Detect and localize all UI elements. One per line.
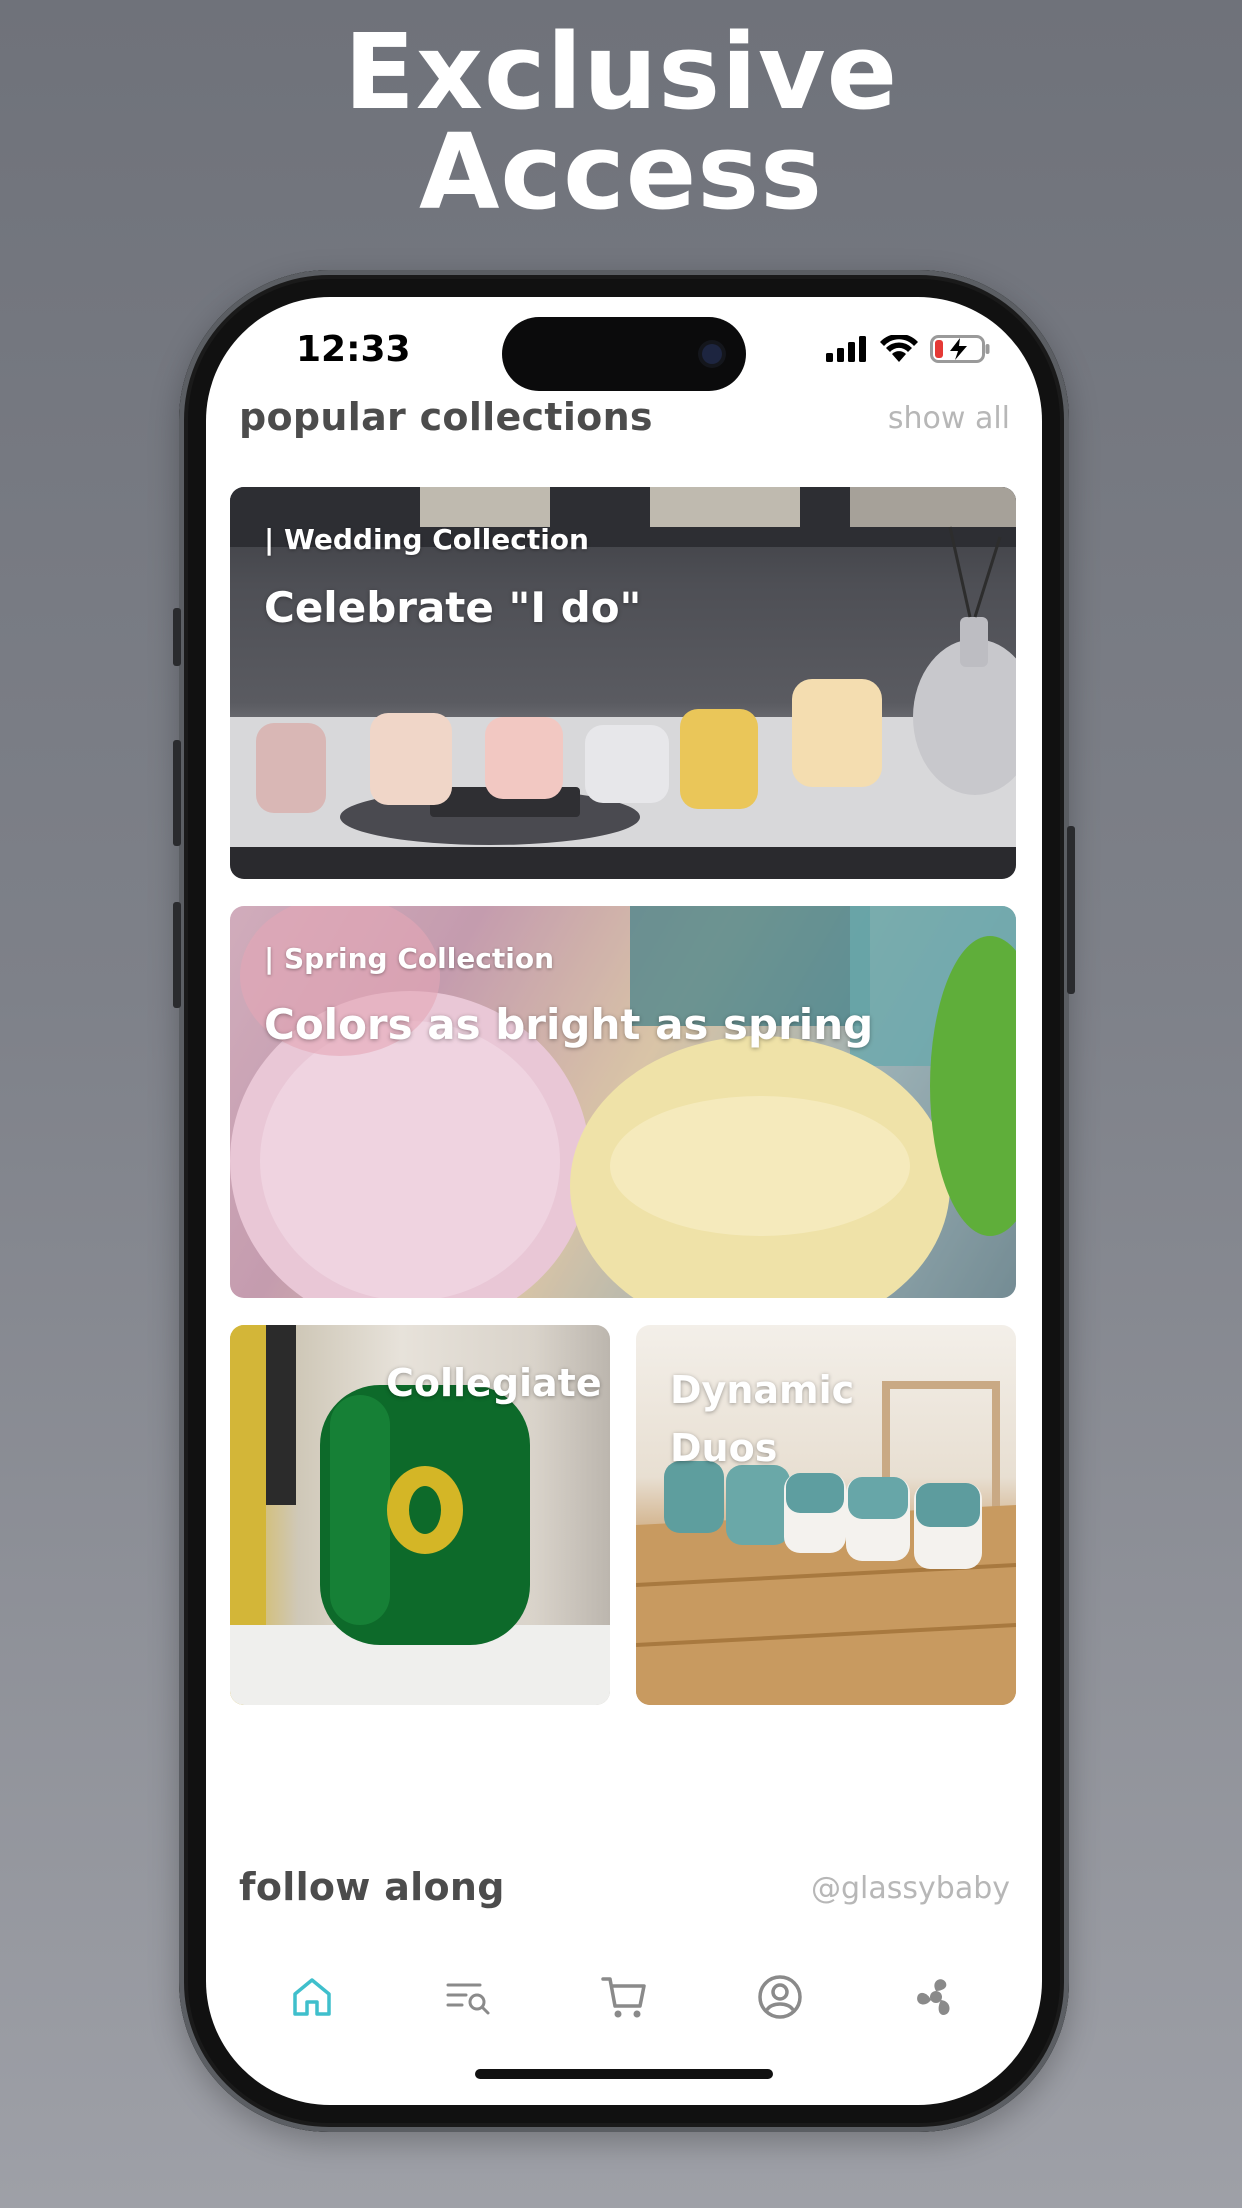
profile-icon — [758, 1975, 802, 2019]
tab-home[interactable] — [282, 1967, 342, 2027]
popular-collections-title: popular collections — [239, 395, 653, 439]
tab-brand[interactable] — [906, 1967, 966, 2027]
home-indicator[interactable] — [475, 2069, 773, 2079]
power-button — [1067, 826, 1075, 994]
home-icon — [293, 1978, 331, 2016]
promo-headline-line1: Exclusive — [343, 11, 899, 133]
follow-along-title: follow along — [239, 1865, 505, 1909]
spring-collection-tag: | Spring Collection — [264, 942, 555, 975]
spring-collection-card[interactable]: | Spring Collection Colors as bright as … — [230, 906, 1016, 1298]
search-list-icon — [446, 1983, 490, 2015]
action-button — [173, 608, 181, 666]
status-icons — [826, 335, 990, 363]
status-time: 12:33 — [296, 329, 411, 370]
volume-down-button — [173, 902, 181, 1008]
volume-up-button — [173, 740, 181, 846]
show-all-link[interactable]: show all — [888, 401, 1010, 436]
wedding-collection-card[interactable]: | Wedding Collection Celebrate "I do" — [230, 487, 1016, 879]
instagram-handle-link[interactable]: @glassybaby — [811, 1871, 1010, 1906]
dynamic-duos-headline: Dynamic Duos — [670, 1361, 854, 1477]
promo-headline-line2: Access — [418, 111, 824, 233]
dynamic-duos-line2: Duos — [670, 1426, 778, 1470]
spring-collection-headline: Colors as bright as spring — [264, 1000, 874, 1049]
app-screen: 12:33 popular collections show all | Wed… — [206, 297, 1042, 2105]
wifi-icon — [880, 335, 918, 362]
cellular-signal-icon — [826, 336, 866, 362]
collegiate-card[interactable]: Collegiate — [230, 1325, 610, 1705]
dynamic-duos-line1: Dynamic — [670, 1368, 855, 1412]
wedding-collection-headline: Celebrate "I do" — [264, 583, 642, 632]
collegiate-headline: Collegiate — [386, 1361, 602, 1405]
phone-frame: 12:33 popular collections show all | Wed… — [173, 270, 1075, 2132]
promo-headline: Exclusive Access — [0, 11, 1242, 233]
bottom-tab-bar — [206, 1947, 1042, 2047]
cart-icon — [601, 1977, 646, 2018]
battery-charging-icon — [930, 335, 990, 363]
dynamic-island — [502, 317, 746, 391]
wedding-collection-tag: | Wedding Collection — [264, 523, 589, 556]
tab-cart[interactable] — [594, 1967, 654, 2027]
tab-account[interactable] — [750, 1967, 810, 2027]
tab-search[interactable] — [438, 1967, 498, 2027]
dynamic-duos-card[interactable]: Dynamic Duos — [636, 1325, 1016, 1705]
brand-swirl-icon — [917, 1979, 950, 2015]
